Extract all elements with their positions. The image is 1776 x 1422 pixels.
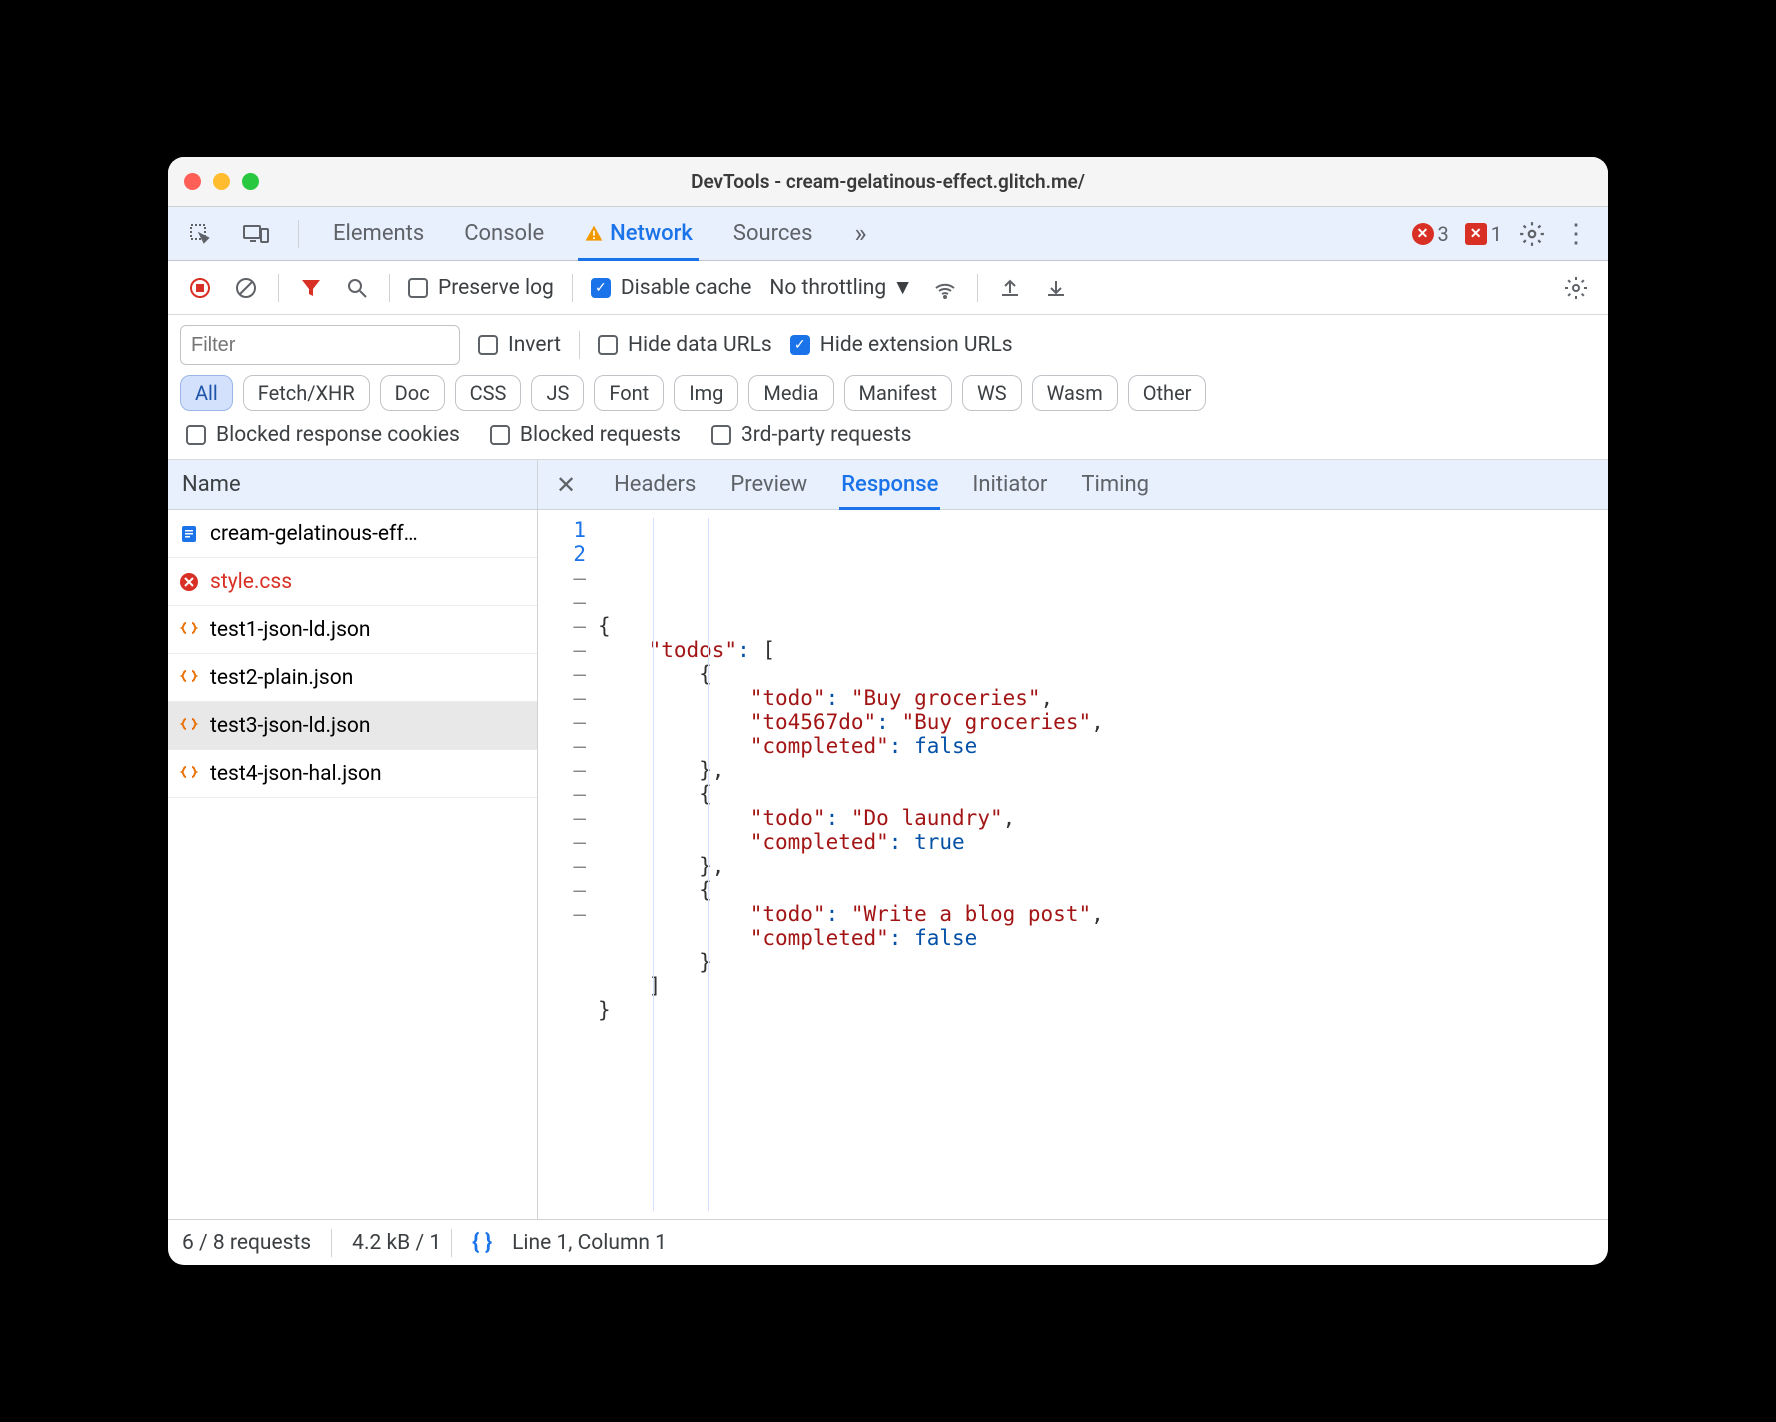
pretty-print-icon[interactable]: { } [472,1230,492,1255]
status-requests: 6 / 8 requests [182,1231,311,1255]
request-name: cream-gelatinous-eff… [210,522,527,546]
clear-button[interactable] [232,274,260,302]
extra-filter-row: Blocked response cookies Blocked request… [168,423,1608,460]
kebab-menu-icon[interactable]: ⋮ [1562,220,1590,248]
json-icon [178,619,200,641]
settings-gear-icon[interactable] [1518,220,1546,248]
line-gutter: 12––––––––––––––– [538,510,598,1219]
request-list-header[interactable]: Name [168,460,537,510]
warning-icon [584,224,604,244]
blocked-cookies-checkbox[interactable]: Blocked response cookies [186,423,460,447]
error-circle-icon: ✕ [1412,223,1434,245]
filter-bar: Invert Hide data URLs ✓Hide extension UR… [168,315,1608,375]
filter-icon[interactable] [297,274,325,302]
request-name: test4-json-hal.json [210,762,527,786]
issue-square-icon: ✕ [1465,223,1487,245]
chip-js[interactable]: JS [531,375,584,411]
type-filter-chips: All Fetch/XHR Doc CSSJS Font Img Media Manifest… [168,375,1608,423]
request-row[interactable]: style.css [168,558,537,606]
preserve-log-checkbox[interactable]: Preserve log [408,276,554,300]
window-title: DevTools - cream-gelatinous-effect.glitc… [168,170,1608,193]
chip-font[interactable]: Font [594,375,664,411]
main-split: Name cream-gelatinous-eff… style.css test1… [168,460,1608,1219]
close-window-button[interactable] [184,173,201,190]
hide-data-urls-checkbox[interactable]: Hide data URLs [598,333,772,357]
close-detail-icon[interactable]: ✕ [550,471,582,499]
tab-network[interactable]: Network [578,209,699,261]
traffic-lights [184,173,259,190]
request-name: test3-json-ld.json [210,714,527,738]
disable-cache-checkbox[interactable]: ✓Disable cache [591,276,752,300]
chip-ws[interactable]: WS [962,375,1022,411]
detail-tab-initiator[interactable]: Initiator [970,462,1049,507]
json-icon [178,715,200,737]
titlebar: DevTools - cream-gelatinous-effect.glitc… [168,157,1608,207]
status-cursor: Line 1, Column 1 [512,1231,667,1255]
code-body: { "todos": [ { "todo": "Buy groceries", … [598,510,1104,1219]
network-conditions-icon[interactable] [931,274,959,302]
minimize-window-button[interactable] [213,173,230,190]
chip-wasm[interactable]: Wasm [1032,375,1118,411]
inspect-icon[interactable] [186,220,214,248]
status-transfer: 4.2 kB / 1 [352,1231,441,1255]
document-icon [178,523,200,545]
chip-media[interactable]: Media [748,375,833,411]
chip-all[interactable]: All [180,375,233,411]
devtools-window: DevTools - cream-gelatinous-effect.glitc… [168,157,1608,1265]
chip-css[interactable]: CSS [455,375,522,411]
request-list: Name cream-gelatinous-eff… style.css test1… [168,460,538,1219]
tab-elements[interactable]: Elements [327,209,430,258]
json-icon [178,667,200,689]
chip-manifest[interactable]: Manifest [844,375,952,411]
download-har-icon[interactable] [1042,274,1070,302]
detail-tab-response[interactable]: Response [839,462,940,510]
request-name: test2-plain.json [210,666,527,690]
chip-doc[interactable]: Doc [380,375,445,411]
chip-other[interactable]: Other [1128,375,1207,411]
network-settings-gear-icon[interactable] [1562,274,1590,302]
request-row[interactable]: test2-plain.json [168,654,537,702]
chip-fetch-xhr[interactable]: Fetch/XHR [243,375,370,411]
detail-tab-timing[interactable]: Timing [1079,462,1151,507]
chip-img[interactable]: Img [674,375,738,411]
device-toolbar-icon[interactable] [242,220,270,248]
main-tabs-bar: Elements Console Network Sources » ✕ 3 ✕… [168,207,1608,261]
upload-har-icon[interactable] [996,274,1024,302]
filter-input[interactable] [180,325,460,365]
blocked-requests-checkbox[interactable]: Blocked requests [490,423,681,447]
more-tabs-icon[interactable]: » [846,220,874,248]
third-party-checkbox[interactable]: 3rd-party requests [711,423,911,447]
search-icon[interactable] [343,274,371,302]
detail-tabs: ✕ Headers Preview Response Initiator Timing [538,460,1608,510]
tab-sources[interactable]: Sources [727,209,819,258]
error-icon [178,571,200,593]
tab-console[interactable]: Console [458,209,550,258]
error-count[interactable]: ✕ 3 [1412,222,1449,246]
hide-extension-urls-checkbox[interactable]: ✓Hide extension URLs [790,333,1013,357]
request-row[interactable]: test4-json-hal.json [168,750,537,798]
request-row[interactable]: test3-json-ld.json [168,702,537,750]
request-name: test1-json-ld.json [210,618,527,642]
invert-checkbox[interactable]: Invert [478,333,561,357]
issue-count[interactable]: ✕ 1 [1465,222,1502,246]
request-name: style.css [210,570,527,594]
detail-panel: ✕ HeadersPreviewResponseInitiatorTiming … [538,460,1608,1219]
record-button[interactable] [186,274,214,302]
detail-tab-headers[interactable]: Headers [612,462,698,507]
json-icon [178,763,200,785]
request-row[interactable]: test1-json-ld.json [168,606,537,654]
dropdown-icon: ▼ [892,276,913,300]
maximize-window-button[interactable] [242,173,259,190]
request-row[interactable]: cream-gelatinous-eff… [168,510,537,558]
response-code-view[interactable]: 12––––––––––––––– { "todos": [ { "todo":… [538,510,1608,1219]
network-toolbar: Preserve log ✓Disable cache No throttlin… [168,261,1608,315]
status-bar: 6 / 8 requests 4.2 kB / 1 { } Line 1, Co… [168,1219,1608,1265]
throttling-select[interactable]: No throttling ▼ [769,276,913,300]
detail-tab-preview[interactable]: Preview [728,462,809,507]
